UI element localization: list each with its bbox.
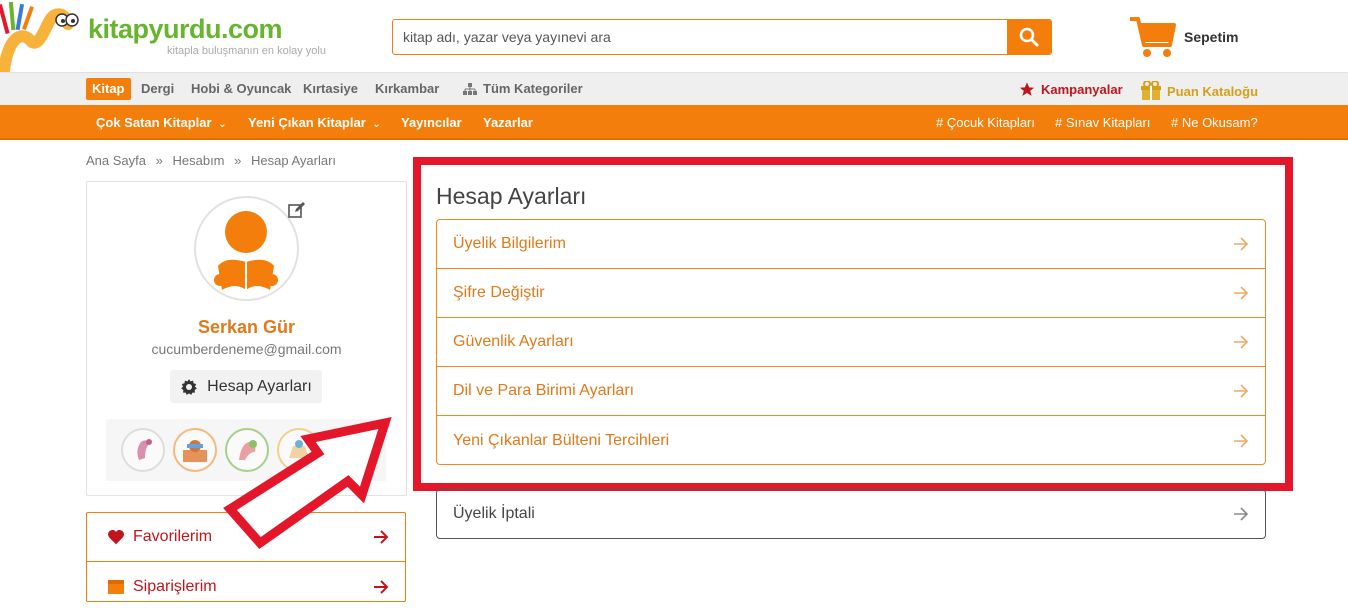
nav-tag-children-books[interactable]: # Çocuk Kitapları <box>936 115 1035 130</box>
settings-row-membership-info[interactable]: Üyelik Bilgilerim <box>437 220 1265 269</box>
campaigns-label: Kampanyalar <box>1041 82 1123 97</box>
breadcrumb-home[interactable]: Ana Sayfa <box>86 153 146 168</box>
sidebar-item-favorites-label: Favorilerim <box>133 528 213 545</box>
category-tab-kitap[interactable]: Kitap <box>86 78 131 100</box>
account-settings-button[interactable]: Hesap Ayarları <box>170 370 322 403</box>
settings-list: Üyelik Bilgilerim Şifre Değiştir Güvenli… <box>436 219 1266 465</box>
nav-new-releases[interactable]: Yeni Çıkan Kitaplar ⌄ <box>248 115 381 130</box>
category-tab-all[interactable]: Tüm Kategoriler <box>463 81 583 96</box>
settings-row-newsletter[interactable]: Yeni Çıkanlar Bülteni Tercihleri <box>437 416 1265 464</box>
arrow-right-icon <box>1233 507 1249 521</box>
page-title: Hesap Ayarları <box>436 183 587 209</box>
cart-button[interactable]: Sepetim <box>1128 14 1248 60</box>
settings-row-label: Üyelik Bilgilerim <box>453 235 566 252</box>
nav-bestsellers[interactable]: Çok Satan Kitaplar ⌄ <box>96 115 227 130</box>
profile-card: Serkan Gür cucumberdeneme@gmail.com Hesa… <box>86 181 407 496</box>
profile-email: cucumberdeneme@gmail.com <box>151 341 342 357</box>
category-tab-hobi-oyuncak[interactable]: Hobi & Oyuncak <box>191 81 291 96</box>
cancel-membership-label: Üyelik İptali <box>453 505 535 522</box>
shopping-cart-icon <box>1130 17 1176 57</box>
category-tab-kirkambar[interactable]: Kırkambar <box>375 81 439 96</box>
search-icon <box>1019 27 1039 47</box>
nav-authors[interactable]: Yazarlar <box>483 115 533 130</box>
badge-icon[interactable] <box>121 428 165 472</box>
breadcrumb-separator: » <box>155 153 163 168</box>
heart-icon <box>108 529 124 545</box>
site-header: kitapyurdu.com kitapla buluşmanın en kol… <box>0 0 1348 72</box>
category-tab-dergi[interactable]: Dergi <box>141 81 174 96</box>
nav-new-releases-label: Yeni Çıkan Kitaplar <box>248 115 366 130</box>
settings-row-label: Yeni Çıkanlar Bülteni Tercihleri <box>453 431 670 449</box>
sidebar-item-favorites[interactable]: Favorilerim <box>87 513 405 562</box>
nav-tag-what-to-read[interactable]: # Ne Okusam? <box>1171 115 1258 130</box>
badge-icon[interactable] <box>173 428 217 472</box>
badge-icon[interactable] <box>329 428 373 472</box>
badge-icon[interactable] <box>277 428 321 472</box>
arrow-right-icon <box>1233 237 1249 251</box>
campaigns-link[interactable]: Kampanyalar <box>1018 81 1123 98</box>
achievement-badges <box>106 419 386 481</box>
breadcrumb-account[interactable]: Hesabım <box>172 153 224 168</box>
category-tab-all-label: Tüm Kategoriler <box>483 81 583 96</box>
arrow-right-icon <box>1233 286 1249 300</box>
chevron-down-icon: ⌄ <box>218 119 227 130</box>
points-catalog-link[interactable]: Puan Kataloğu <box>1140 81 1258 101</box>
settings-row-security[interactable]: Güvenlik Ayarları <box>437 318 1265 367</box>
arrow-right-icon <box>374 530 389 544</box>
settings-row-label: Dil ve Para Birimi Ayarları <box>453 382 635 399</box>
breadcrumb: Ana Sayfa » Hesabım » Hesap Ayarları <box>86 153 336 168</box>
worm-mascot-logo[interactable] <box>0 0 82 72</box>
sidebar-item-orders-label: Siparişlerim <box>133 577 217 595</box>
site-logo-text[interactable]: kitapyurdu.com <box>88 14 283 45</box>
badge-icon[interactable] <box>225 428 269 472</box>
box-icon <box>108 579 124 594</box>
arrow-right-icon <box>1233 384 1249 398</box>
cart-label: Sepetim <box>1184 29 1239 45</box>
settings-row-change-password[interactable]: Şifre Değiştir <box>437 269 1265 318</box>
arrow-right-icon <box>374 579 389 594</box>
profile-name: Serkan Gür <box>197 317 296 337</box>
account-settings-button-label: Hesap Ayarları <box>207 377 312 395</box>
settings-row-language-currency[interactable]: Dil ve Para Birimi Ayarları <box>437 367 1265 416</box>
nav-tag-exam-books[interactable]: # Sınav Kitapları <box>1055 115 1150 130</box>
breadcrumb-current: Hesap Ayarları <box>251 153 337 168</box>
site-tagline: kitapla buluşmanın en kolay yolu <box>167 45 326 57</box>
points-catalog-label: Puan Kataloğu <box>1167 83 1259 99</box>
arrow-right-icon <box>1233 433 1249 448</box>
sitemap-icon <box>463 82 477 95</box>
search-bar <box>392 19 1052 55</box>
chevron-down-icon: ⌄ <box>372 119 381 130</box>
avatar <box>194 196 299 301</box>
category-tab-kirtasiye[interactable]: Kırtasiye <box>303 81 358 96</box>
settings-row-label: Şifre Değiştir <box>453 284 545 301</box>
cancel-membership-button[interactable]: Üyelik İptali <box>436 489 1266 539</box>
breadcrumb-separator: » <box>234 153 242 168</box>
main-navbar: Çok Satan Kitaplar ⌄ Yeni Çıkan Kitaplar… <box>0 105 1348 140</box>
nav-publishers[interactable]: Yayıncılar <box>401 115 462 130</box>
sidebar-item-orders[interactable]: Siparişlerim <box>87 562 405 611</box>
edit-icon[interactable] <box>288 201 306 219</box>
reader-avatar-icon <box>214 211 278 290</box>
gear-icon <box>181 378 198 395</box>
search-button[interactable] <box>1007 20 1051 54</box>
arrow-right-icon <box>1233 335 1249 349</box>
star-icon <box>1019 82 1035 96</box>
gift-icon <box>1141 81 1161 100</box>
search-input[interactable] <box>393 20 1007 54</box>
nav-bestsellers-label: Çok Satan Kitaplar <box>96 115 212 130</box>
settings-row-label: Güvenlik Ayarları <box>453 333 574 350</box>
category-bar: Kitap Dergi Hobi & Oyuncak Kırtasiye Kır… <box>0 72 1348 105</box>
